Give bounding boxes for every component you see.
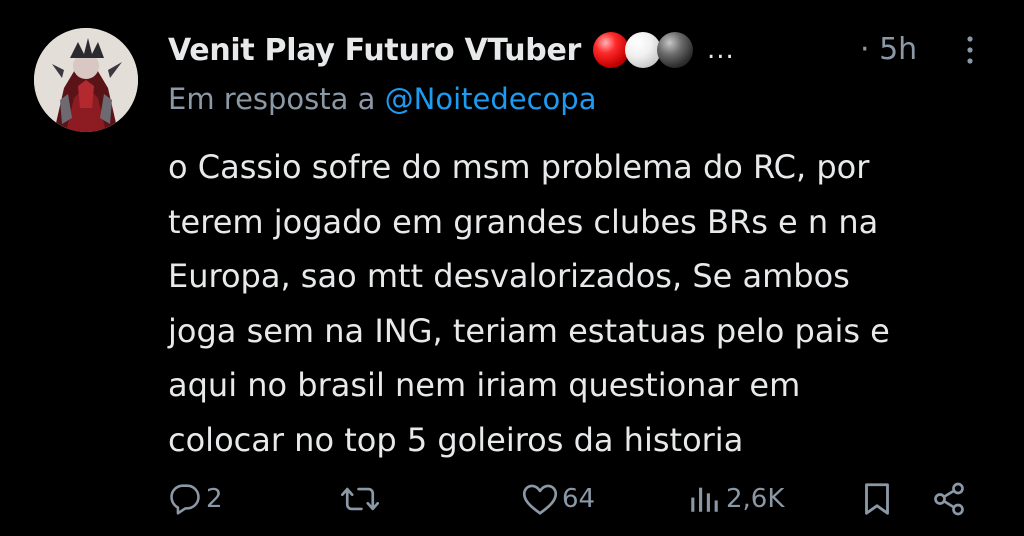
- tweet-text-line: joga sem na ING, teriam estatuas pelo pa…: [168, 311, 890, 350]
- avatar[interactable]: [34, 28, 138, 132]
- timestamp[interactable]: · 5h: [860, 32, 917, 67]
- black-ball-icon: [657, 32, 694, 68]
- tweet-text: o Cassio sofre do msm problema do RC, po…: [168, 140, 998, 467]
- tweet-text-line: aqui no brasil nem iriam questionar em: [168, 366, 801, 404]
- tweet[interactable]: Venit Play Futuro VTuber ... · 5h Em res…: [0, 0, 1024, 536]
- name-truncation: ...: [707, 35, 735, 65]
- reply-handle-link[interactable]: @Noitedecopa: [385, 82, 597, 116]
- like-button[interactable]: 64: [522, 474, 595, 524]
- display-name[interactable]: Venit Play Futuro VTuber: [168, 33, 581, 68]
- white-ball-icon: [625, 32, 662, 68]
- retweet-button[interactable]: [340, 474, 384, 524]
- bookmark-button[interactable]: [860, 474, 894, 524]
- reply-prefix: Em resposta a: [168, 82, 376, 116]
- retweet-icon: [340, 487, 380, 511]
- reply-button[interactable]: 2: [168, 474, 223, 524]
- action-bar: 2 64 2,6K: [0, 474, 1024, 524]
- red-ball-icon: [593, 32, 630, 68]
- tweet-text-line: colocar no top 5 goleiros da historia: [168, 420, 744, 459]
- views-icon: [691, 487, 718, 512]
- reply-count: 2: [206, 484, 223, 514]
- tweet-text-line: o Cassio sofre do msm problema do RC, po…: [168, 148, 870, 186]
- share-button[interactable]: [930, 474, 968, 524]
- more-vertical-icon[interactable]: [958, 32, 982, 68]
- reply-icon: [170, 484, 200, 515]
- views-button[interactable]: 2,6K: [686, 474, 784, 524]
- tweet-text-line: terem jogado em grandes clubes BRs e n n…: [168, 202, 879, 241]
- bookmark-icon: [865, 483, 889, 515]
- like-count: 64: [562, 484, 596, 514]
- heart-icon: [522, 484, 558, 515]
- share-icon: [934, 482, 964, 516]
- name-badges: [593, 32, 694, 68]
- avatar-icon: [34, 28, 138, 132]
- views-count: 2,6K: [726, 484, 785, 514]
- reply-context: Em resposta a @Noitedecopa: [168, 82, 596, 116]
- tweet-text-line: Europa, sao mtt desvalorizados, Se ambos: [168, 257, 850, 295]
- tweet-header: Venit Play Futuro VTuber ...: [168, 26, 735, 74]
